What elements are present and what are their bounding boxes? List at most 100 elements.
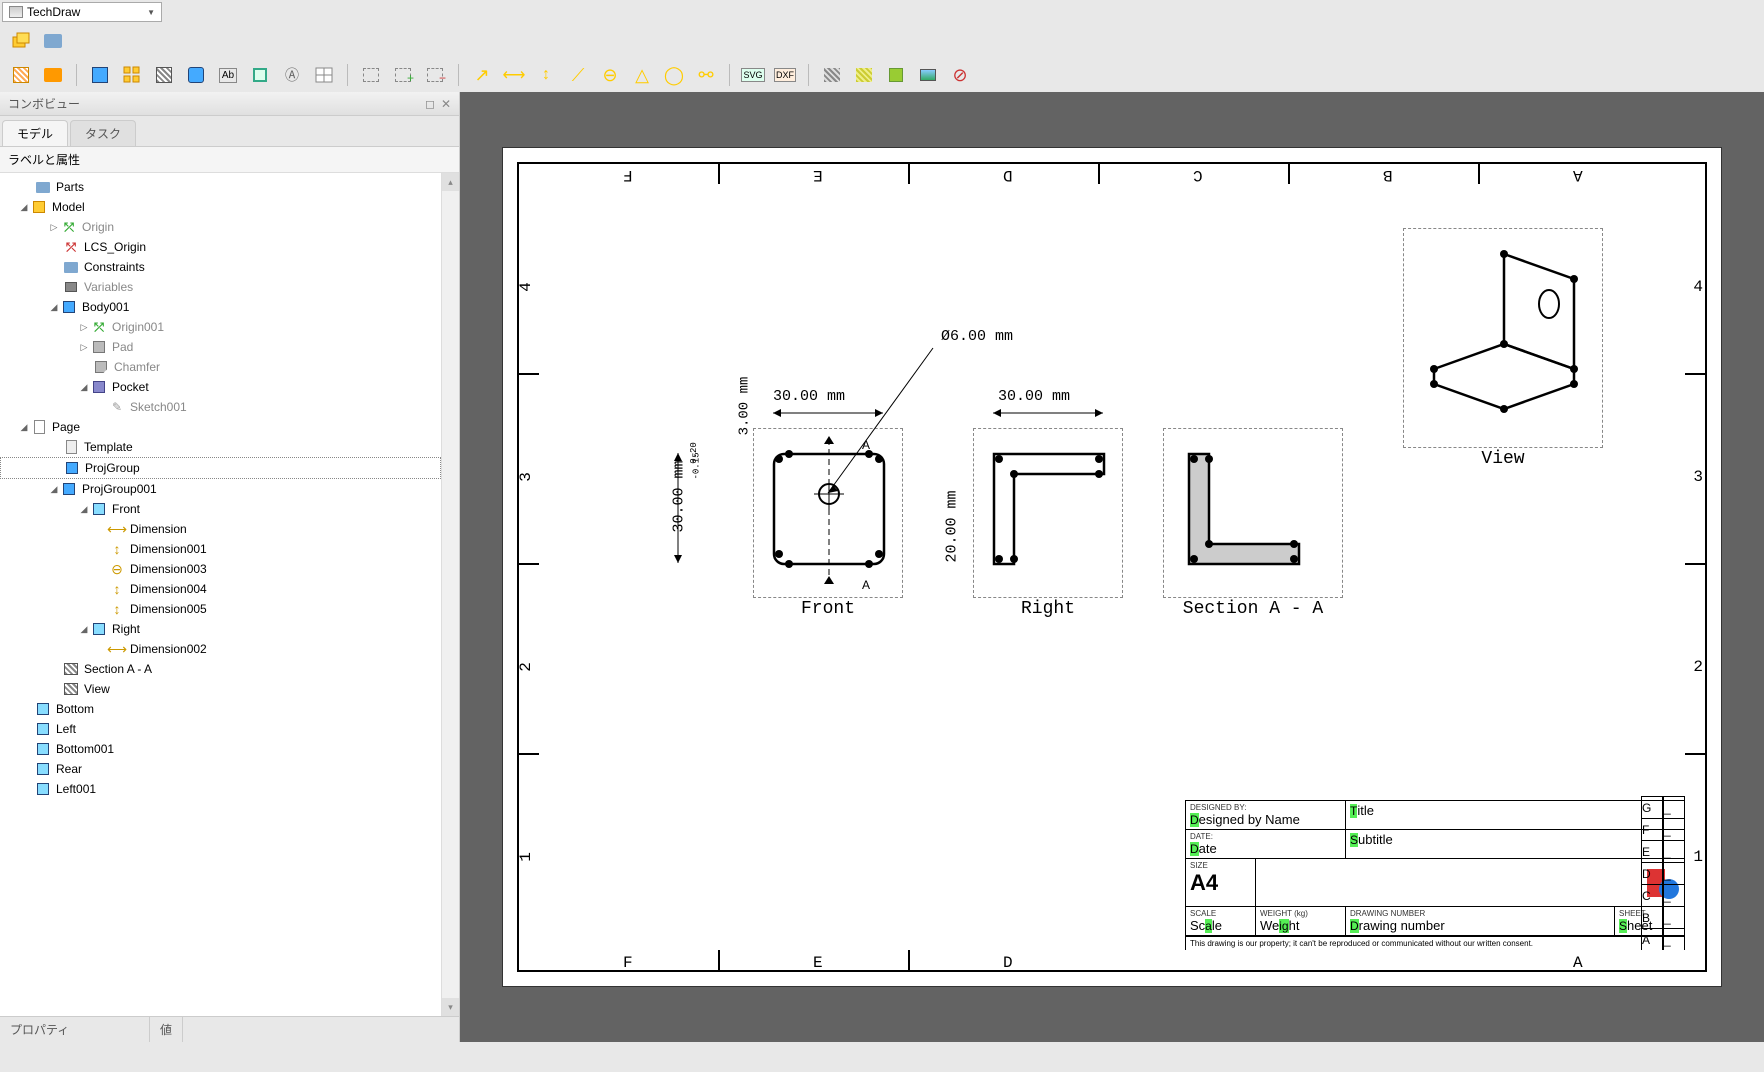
tree-dimension003[interactable]: ⊖Dimension003 <box>0 559 441 579</box>
dim-diameter-icon[interactable]: ⊖ <box>597 62 623 88</box>
combo-view-panel: コンボビュー ◻ ✕ モデル タスク ラベルと属性 Parts ◢Model ▷… <box>0 92 460 1042</box>
page-open-icon[interactable] <box>40 62 66 88</box>
clip-add-icon[interactable]: + <box>390 62 416 88</box>
tree-view[interactable]: View <box>0 679 441 699</box>
row-label: 3 <box>1693 468 1703 486</box>
dim-link-icon[interactable]: ⚯ <box>693 62 719 88</box>
new-part-icon[interactable] <box>8 28 34 54</box>
col-label: F <box>623 166 633 184</box>
tree-chamfer[interactable]: Chamfer <box>0 357 441 377</box>
insert-multiview-icon[interactable] <box>119 62 145 88</box>
tb-subtitle[interactable]: Subtitle <box>1350 832 1681 847</box>
tree-constraints[interactable]: Constraints <box>0 257 441 277</box>
tree-bottom[interactable]: Bottom <box>0 699 441 719</box>
tab-task[interactable]: タスク <box>70 120 136 146</box>
tree-projgroup[interactable]: ProjGroup <box>0 457 441 479</box>
hatch-icon[interactable] <box>819 62 845 88</box>
dim-horizontal-icon[interactable]: ⟷ <box>501 62 527 88</box>
panel-close-icon[interactable]: ✕ <box>441 97 451 111</box>
tree-pocket[interactable]: ◢Pocket <box>0 377 441 397</box>
tb-drawno[interactable]: Drawing number <box>1350 918 1610 933</box>
arch-view-icon[interactable]: Ⓐ <box>279 62 305 88</box>
tree-dimension004[interactable]: ↕Dimension004 <box>0 579 441 599</box>
dim-vertical-icon[interactable]: ↕ <box>533 62 559 88</box>
insert-section-icon[interactable] <box>151 62 177 88</box>
tb-disclaimer: This drawing is our property; it can't b… <box>1186 936 1685 950</box>
dim-h3: 3.00 mm <box>736 377 752 436</box>
panel-float-icon[interactable]: ◻ <box>425 97 435 111</box>
tab-model[interactable]: モデル <box>2 120 68 146</box>
tree-scrollbar[interactable]: ▴ ▾ <box>441 173 459 1016</box>
toolbar-2: Ab Ⓐ + − ↗ ⟷ ↕ ⟋ ⊖ △ ◯ ⚯ SVG DXF ⊘ <box>0 58 1764 92</box>
tree-dimension005[interactable]: ↕Dimension005 <box>0 599 441 619</box>
tree-section-aa[interactable]: Section A - A <box>0 659 441 679</box>
export-svg-icon[interactable]: SVG <box>740 62 766 88</box>
panel-title: コンボビュー <box>8 95 80 112</box>
view-section[interactable]: Section A - A <box>1163 428 1343 598</box>
scroll-up-icon[interactable]: ▴ <box>442 173 459 191</box>
tb-title[interactable]: Title <box>1350 803 1681 818</box>
tree-template[interactable]: Template <box>0 437 441 457</box>
row-label: 1 <box>1693 848 1703 866</box>
dim-angle-icon[interactable]: △ <box>629 62 655 88</box>
scroll-down-icon[interactable]: ▾ <box>442 998 459 1016</box>
clip-group-icon[interactable] <box>358 62 384 88</box>
title-block: DESIGNED BY: DDesigned by Nameesigned by… <box>1185 800 1685 950</box>
spreadsheet-icon[interactable] <box>311 62 337 88</box>
dim-dia: Ø6.00 mm <box>941 328 1013 345</box>
drawing-canvas[interactable]: F E D C B A F E D A 4 3 2 1 4 3 2 1 <box>460 92 1764 1042</box>
tree-page[interactable]: ◢Page <box>0 417 441 437</box>
col-label: A <box>1573 954 1583 972</box>
col-label: B <box>1383 166 1393 184</box>
tb-weight[interactable]: Weight <box>1260 918 1341 933</box>
tree-right[interactable]: ◢Right <box>0 619 441 639</box>
tree-sketch001[interactable]: ✎Sketch001 <box>0 397 441 417</box>
hatch-geom-icon[interactable] <box>851 62 877 88</box>
model-tree[interactable]: Parts ◢Model ▷⤱Origin ⤱LCS_Origin Constr… <box>0 173 441 1016</box>
clip-remove-icon[interactable]: − <box>422 62 448 88</box>
tree-left[interactable]: Left <box>0 719 441 739</box>
tree-variables[interactable]: Variables <box>0 277 441 297</box>
image-icon[interactable] <box>915 62 941 88</box>
tree-origin001[interactable]: ▷⤱Origin001 <box>0 317 441 337</box>
insert-detail-icon[interactable] <box>183 62 209 88</box>
tree-dimension002[interactable]: ⟷Dimension002 <box>0 639 441 659</box>
tree-dimension001[interactable]: ↕Dimension001 <box>0 539 441 559</box>
dim-angle3pt-icon[interactable]: ◯ <box>661 62 687 88</box>
tb-date[interactable]: Date <box>1190 841 1341 856</box>
folder-icon[interactable] <box>40 28 66 54</box>
tree-origin[interactable]: ▷⤱Origin <box>0 217 441 237</box>
dim-radius-icon[interactable]: ⟋ <box>565 62 591 88</box>
tree-lcs-origin[interactable]: ⤱LCS_Origin <box>0 237 441 257</box>
combo-view-header: コンボビュー ◻ ✕ <box>0 92 459 116</box>
tree-pad[interactable]: ▷Pad <box>0 337 441 357</box>
page-new-icon[interactable] <box>8 62 34 88</box>
tree-body001[interactable]: ◢Body001 <box>0 297 441 317</box>
export-dxf-icon[interactable]: DXF <box>772 62 798 88</box>
tree-model[interactable]: ◢Model <box>0 197 441 217</box>
tree-dimension[interactable]: ⟷Dimension <box>0 519 441 539</box>
col-label: E <box>813 954 823 972</box>
tree-front[interactable]: ◢Front <box>0 499 441 519</box>
tree-projgroup001[interactable]: ◢ProjGroup001 <box>0 479 441 499</box>
tb-scale[interactable]: Scale <box>1190 918 1251 933</box>
tb-scale-lbl: SCALE <box>1190 909 1251 918</box>
toggle-frame-icon[interactable]: ⊘ <box>947 62 973 88</box>
workbench-selector[interactable]: TechDraw ▼ <box>2 2 162 22</box>
tb-date-lbl: DATE: <box>1190 832 1341 841</box>
dim-length-icon[interactable]: ↗ <box>469 62 495 88</box>
insert-view-icon[interactable] <box>87 62 113 88</box>
view-label-right: Right <box>1021 599 1075 619</box>
tree-left001[interactable]: Left001 <box>0 779 441 799</box>
tb-designed-by[interactable]: DDesigned by Nameesigned by Name <box>1190 812 1341 827</box>
view-iso[interactable]: View <box>1403 228 1603 448</box>
workbench-label: TechDraw <box>27 5 80 19</box>
tree-bottom001[interactable]: Bottom001 <box>0 739 441 759</box>
tree-rear[interactable]: Rear <box>0 759 441 779</box>
tree-parts[interactable]: Parts <box>0 177 441 197</box>
property-header: プロパティ 値 <box>0 1016 459 1042</box>
symbol-icon[interactable] <box>883 62 909 88</box>
annotation-icon[interactable]: Ab <box>215 62 241 88</box>
draft-view-icon[interactable] <box>247 62 273 88</box>
view-right[interactable]: Right <box>973 428 1123 598</box>
